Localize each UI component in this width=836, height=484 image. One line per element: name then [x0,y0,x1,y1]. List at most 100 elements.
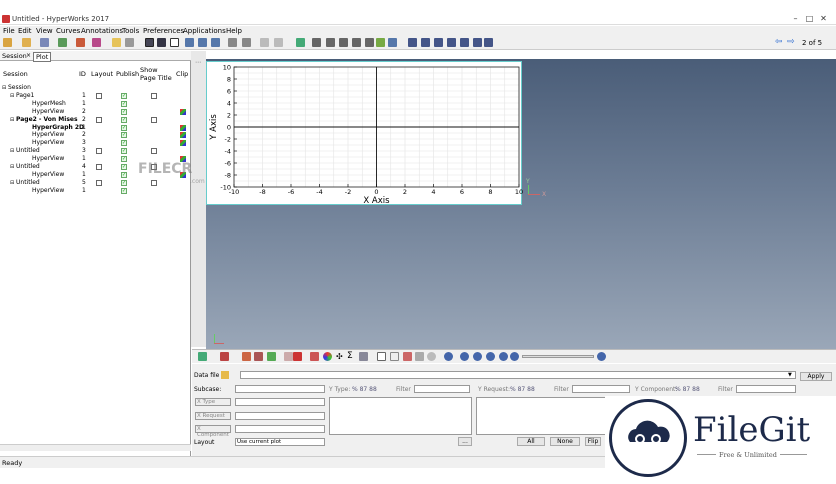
layout-checkbox[interactable] [96,179,102,186]
animation-settings-icon[interactable] [597,352,606,361]
layout-5-icon[interactable] [460,38,469,47]
horizontal-scrollbar[interactable] [0,444,191,451]
publish-checkbox[interactable]: ✓ [121,124,127,131]
menu-applications[interactable]: Applications [183,27,226,35]
expand-toggle-icon[interactable]: ⊟ [10,116,14,124]
new-icon[interactable] [3,38,12,47]
publish-checkbox[interactable]: ✓ [121,116,127,123]
y-type-list[interactable] [329,397,472,435]
layout-checkbox[interactable] [96,164,102,170]
layout-2-icon[interactable] [421,38,430,47]
publish-checkbox[interactable]: ✓ [121,164,127,170]
zoom-out-icon[interactable] [365,38,374,47]
xy-plot[interactable]: -10 -8 -6 -4 -2 0 2 4 6 8 10-10-8-6-4-20246810X Ax… [207,62,523,206]
animation-slider[interactable] [522,355,594,358]
layout-checkbox[interactable] [96,148,102,155]
table-icon[interactable] [377,352,386,361]
curve-math-icon[interactable] [254,352,263,361]
flip-button[interactable]: Flip [585,437,601,446]
expand-icon[interactable] [260,38,269,47]
pan-icon[interactable] [339,38,348,47]
menu-tools[interactable]: Tools [122,27,139,35]
page-title-checkbox[interactable] [151,148,157,155]
paste-window-icon[interactable] [242,38,251,47]
data-file-field[interactable] [240,371,796,379]
tab-plot[interactable]: Plot [33,52,52,62]
frame-icon[interactable] [390,352,399,361]
apply-button[interactable]: Apply [800,372,832,381]
step-forward-icon[interactable] [499,352,508,361]
y-type-filter[interactable] [414,385,470,393]
y-request-selector[interactable]: % 87 88 [510,386,535,393]
move-icon[interactable]: ✣ [336,352,345,361]
layout-select[interactable]: Use current plot [235,438,325,446]
none-button[interactable]: None [550,437,580,446]
publish-checkbox[interactable]: ✓ [121,92,127,99]
y-component-filter[interactable] [736,385,796,393]
window-layout-icon[interactable] [170,38,179,47]
capture-icon[interactable] [388,38,397,47]
menu-annotations[interactable]: Annotations [81,27,123,35]
layout-checkbox[interactable] [96,116,102,123]
copy-window-icon[interactable] [228,38,237,47]
clip-color-icon[interactable] [180,124,186,131]
page-next-icon[interactable] [198,38,207,47]
publish-checkbox[interactable]: ✓ [121,171,127,178]
plot-window[interactable]: -10 -8 -6 -4 -2 0 2 4 6 8 10 -10 -8 -6 -4 -2 0 2 4 6 8 10 X Ax… [206,61,523,206]
open-session-icon[interactable] [112,38,121,47]
clip-color-icon[interactable] [180,108,186,115]
end-icon[interactable] [510,352,519,361]
close-icon[interactable]: ✕ [818,14,829,23]
session-tree-row[interactable]: ⊟ Untitled 3 ✓ [0,147,191,155]
y-request-filter[interactable] [572,385,630,393]
page-layout-icon[interactable] [145,38,154,47]
export-plot-icon[interactable] [403,352,412,361]
y-component-selector[interactable]: % 87 88 [675,386,700,393]
menu-curves[interactable]: Curves [56,27,80,35]
page-title-checkbox[interactable] [151,179,157,186]
zoom-in-icon[interactable] [326,38,335,47]
previous-page-icon[interactable]: ⇦ [775,38,785,47]
export-icon[interactable] [76,38,85,47]
more-button[interactable]: ... [458,437,472,446]
rotate-icon[interactable] [352,38,361,47]
tab-close-icon[interactable]: × [26,52,31,59]
page-title-checkbox[interactable] [151,92,157,99]
y-type-selector[interactable]: % 87 88 [352,386,377,393]
publish-icon[interactable] [92,38,101,47]
define-curves-icon[interactable] [242,352,251,361]
session-tree-row[interactable]: HyperView 3 ✓ [0,139,191,147]
start-icon[interactable] [444,352,453,361]
session-tree-row[interactable]: ⊟ Untitled 5 ✓ [0,179,191,187]
layout-4-icon[interactable] [447,38,456,47]
record-icon[interactable] [427,352,436,361]
layout-1-icon[interactable] [408,38,417,47]
page-title-checkbox[interactable] [151,116,157,123]
publish-checkbox[interactable]: ✓ [121,108,127,115]
menu-preferences[interactable]: Preferences [143,27,184,35]
open-file-icon[interactable] [221,371,229,379]
filter-icon[interactable] [310,352,319,361]
session-tree-row[interactable]: ⊟ Page1 1 ✓ [0,92,191,100]
palette-icon[interactable] [415,352,424,361]
rewind-icon[interactable] [473,352,482,361]
sync-icon[interactable] [211,38,220,47]
sigma-icon[interactable]: Σ [347,352,356,361]
publish-checkbox[interactable]: ✓ [121,140,127,147]
menu-file[interactable]: File [3,27,15,35]
expand-toggle-icon[interactable]: ⊟ [10,147,14,155]
menu-view[interactable]: View [36,27,53,35]
menu-help[interactable]: Help [226,27,242,35]
expand-toggle-icon[interactable]: ⊟ [10,163,14,171]
clip-color-icon[interactable] [180,140,186,147]
import-icon[interactable] [58,38,67,47]
clip-color-icon[interactable] [180,132,186,139]
expand-toggle-icon[interactable]: ⊟ [2,84,6,92]
publish-checkbox[interactable]: ✓ [121,132,127,139]
datum-icon[interactable] [284,352,293,361]
collapse-icon[interactable] [274,38,283,47]
play-icon[interactable] [486,352,495,361]
grip-icon[interactable]: ⋯ [195,59,201,66]
notes-icon[interactable] [267,352,276,361]
publish-checkbox[interactable]: ✓ [121,156,127,163]
